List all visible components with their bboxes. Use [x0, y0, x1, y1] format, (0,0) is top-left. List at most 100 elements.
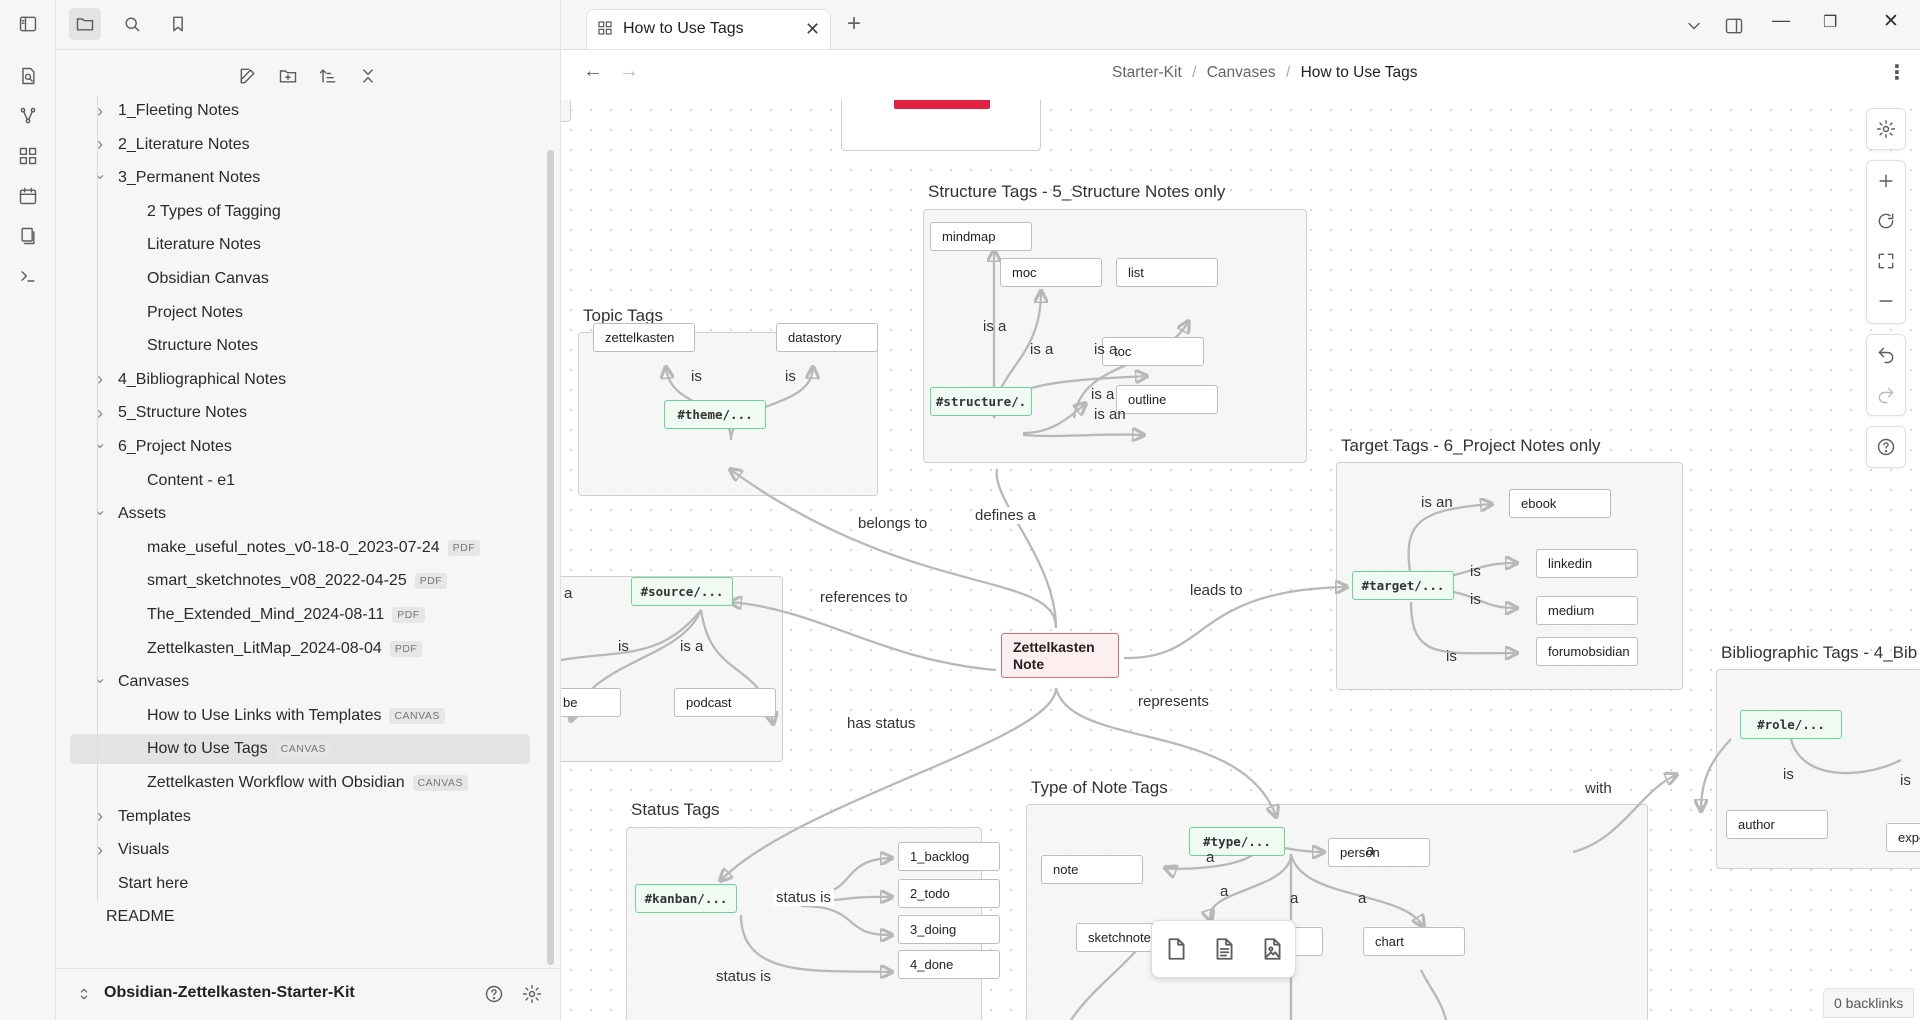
- node-be[interactable]: be: [561, 688, 621, 717]
- tree-file[interactable]: Zettelkasten_LitMap_2024-08-04 PDF: [70, 634, 423, 664]
- backlinks-count[interactable]: 0 backlinks: [1823, 988, 1915, 1018]
- chevron-right-icon[interactable]: ›: [92, 134, 108, 155]
- node-ebook[interactable]: ebook: [1509, 489, 1611, 518]
- tree-folder[interactable]: › Visuals: [70, 835, 169, 865]
- tree-file[interactable]: Zettelkasten Workflow with Obsidian CANVA…: [70, 768, 468, 798]
- chevron-down-icon[interactable]: ⌄: [92, 164, 108, 184]
- settings-gear-icon[interactable]: [516, 978, 548, 1010]
- node-zettelkasten-note[interactable]: Zettelkasten Note: [1001, 633, 1119, 678]
- node-podcast[interactable]: podcast: [674, 688, 776, 717]
- node-structure-tag[interactable]: #structure/.: [930, 387, 1032, 416]
- templates-icon[interactable]: [12, 220, 44, 252]
- help-icon[interactable]: [478, 978, 510, 1010]
- node-target-tag[interactable]: #target/...: [1352, 571, 1454, 600]
- forward-arrow-icon[interactable]: →: [619, 60, 639, 83]
- canvas-icon[interactable]: [12, 140, 44, 172]
- tree-file[interactable]: smart_sketchnotes_v08_2022-04-25 PDF: [70, 566, 448, 596]
- redo-icon[interactable]: [1867, 375, 1905, 415]
- tree-file[interactable]: Structure Notes: [70, 331, 258, 361]
- node-kanban-tag[interactable]: #kanban/...: [635, 884, 737, 913]
- chevron-down-icon[interactable]: ⌄: [92, 433, 108, 453]
- graph-view-icon[interactable]: [12, 100, 44, 132]
- node-role-tag[interactable]: #role/...: [1740, 710, 1842, 739]
- reset-zoom-icon[interactable]: [1867, 201, 1905, 241]
- toggle-right-sidebar-icon[interactable]: [1718, 10, 1750, 42]
- chevron-right-icon[interactable]: ›: [92, 403, 108, 424]
- node-person[interactable]: person: [1328, 838, 1430, 867]
- maximize-window-icon[interactable]: ❐: [1823, 12, 1837, 32]
- chevron-right-icon[interactable]: ›: [92, 369, 108, 390]
- tree-file[interactable]: README: [70, 902, 174, 932]
- toggle-sidebar-icon[interactable]: [12, 8, 44, 40]
- node-linkedin[interactable]: linkedin: [1536, 549, 1638, 578]
- sort-order-icon[interactable]: [312, 60, 344, 92]
- tree-file[interactable]: How to Use Tags CANVAS: [70, 734, 530, 765]
- node-list[interactable]: list: [1116, 258, 1218, 287]
- node-forumobsidian[interactable]: forumobsidian: [1536, 637, 1638, 666]
- node-zettelkasten[interactable]: zettelkasten: [593, 323, 695, 352]
- new-folder-icon[interactable]: [272, 60, 304, 92]
- new-tab-plus-icon[interactable]: +: [847, 10, 861, 38]
- tab-list-chevron-icon[interactable]: [1678, 10, 1710, 42]
- undo-icon[interactable]: [1867, 335, 1905, 375]
- node-moc[interactable]: moc: [1000, 258, 1102, 287]
- back-arrow-icon[interactable]: ←: [583, 60, 603, 83]
- node-todo[interactable]: 2_todo: [898, 879, 1000, 908]
- node-outline[interactable]: outline: [1116, 385, 1218, 414]
- zoom-out-icon[interactable]: [1867, 281, 1905, 321]
- node-doing[interactable]: 3_doing: [898, 915, 1000, 944]
- tree-file[interactable]: Literature Notes: [70, 230, 261, 260]
- breadcrumb-starter-kit[interactable]: Starter-Kit: [1112, 64, 1182, 81]
- tree-file[interactable]: 2 Types of Tagging: [70, 197, 281, 227]
- node-expe[interactable]: expe: [1886, 823, 1920, 852]
- sidebar-scrollbar[interactable]: [547, 150, 554, 965]
- node-backlog[interactable]: 1_backlog: [898, 842, 1000, 871]
- node-medium[interactable]: medium: [1536, 596, 1638, 625]
- chevron-down-icon[interactable]: ⌄: [92, 500, 108, 520]
- more-options-icon[interactable]: ⋮: [1887, 60, 1907, 85]
- tree-folder[interactable]: › 1_Fleeting Notes: [70, 96, 239, 126]
- close-tab-icon[interactable]: ✕: [805, 19, 820, 40]
- add-card-icon[interactable]: [1160, 933, 1192, 965]
- node-theme-tag[interactable]: #theme/...: [664, 400, 766, 429]
- tree-file[interactable]: How to Use Links with Templates CANVAS: [70, 701, 445, 731]
- minimize-window-icon[interactable]: —: [1772, 10, 1790, 31]
- tree-file[interactable]: Obsidian Canvas: [70, 264, 269, 294]
- tree-folder[interactable]: ⌄ Canvases: [70, 667, 189, 697]
- tree-file[interactable]: Start here: [70, 869, 188, 899]
- tree-file[interactable]: Content - e1: [70, 466, 235, 496]
- tree-file[interactable]: make_useful_notes_v0-18-0_2023-07-24 PDF: [70, 533, 481, 563]
- close-window-icon[interactable]: ✕: [1883, 10, 1899, 33]
- tree-folder[interactable]: › Templates: [70, 802, 191, 832]
- canvas-settings-gear-icon[interactable]: [1867, 109, 1905, 149]
- tree-folder[interactable]: ⌄ 3_Permanent Notes: [70, 163, 260, 193]
- open-quick-switcher-icon[interactable]: [12, 60, 44, 92]
- node-done[interactable]: 4_done: [898, 950, 1000, 979]
- node-author[interactable]: author: [1726, 810, 1828, 839]
- search-icon[interactable]: [116, 8, 148, 40]
- node-datastory[interactable]: datastory: [776, 323, 878, 352]
- tree-file[interactable]: The_Extended_Mind_2024-08-11 PDF: [70, 600, 425, 630]
- chevron-right-icon[interactable]: ›: [92, 840, 108, 861]
- node-mindmap[interactable]: mindmap: [930, 222, 1032, 251]
- chevron-right-icon[interactable]: ›: [92, 101, 108, 122]
- canvas-help-icon[interactable]: [1867, 427, 1905, 467]
- tree-folder[interactable]: ⌄ 6_Project Notes: [70, 432, 232, 462]
- node-source-tag[interactable]: #source/...: [631, 577, 733, 606]
- add-media-icon[interactable]: [1256, 933, 1288, 965]
- chevron-right-icon[interactable]: ›: [92, 806, 108, 827]
- node-note[interactable]: note: [1041, 855, 1143, 884]
- command-palette-icon[interactable]: [12, 260, 44, 292]
- node-chart[interactable]: chart: [1363, 927, 1465, 956]
- tree-folder[interactable]: › 4_Bibliographical Notes: [70, 365, 286, 395]
- tree-file[interactable]: Project Notes: [70, 298, 243, 328]
- canvas-board[interactable]: Structure Tags - 5_Structure Notes only …: [561, 100, 1920, 1020]
- breadcrumb-canvases[interactable]: Canvases: [1207, 64, 1276, 81]
- zoom-in-icon[interactable]: [1867, 161, 1905, 201]
- vault-name[interactable]: Obsidian-Zettelkasten-Starter-Kit: [104, 984, 355, 1002]
- new-note-icon[interactable]: [232, 60, 264, 92]
- files-tab-folder-icon[interactable]: [69, 8, 101, 40]
- chevron-down-icon[interactable]: ⌄: [92, 668, 108, 688]
- bookmark-icon[interactable]: [162, 8, 194, 40]
- collapse-all-icon[interactable]: [352, 60, 384, 92]
